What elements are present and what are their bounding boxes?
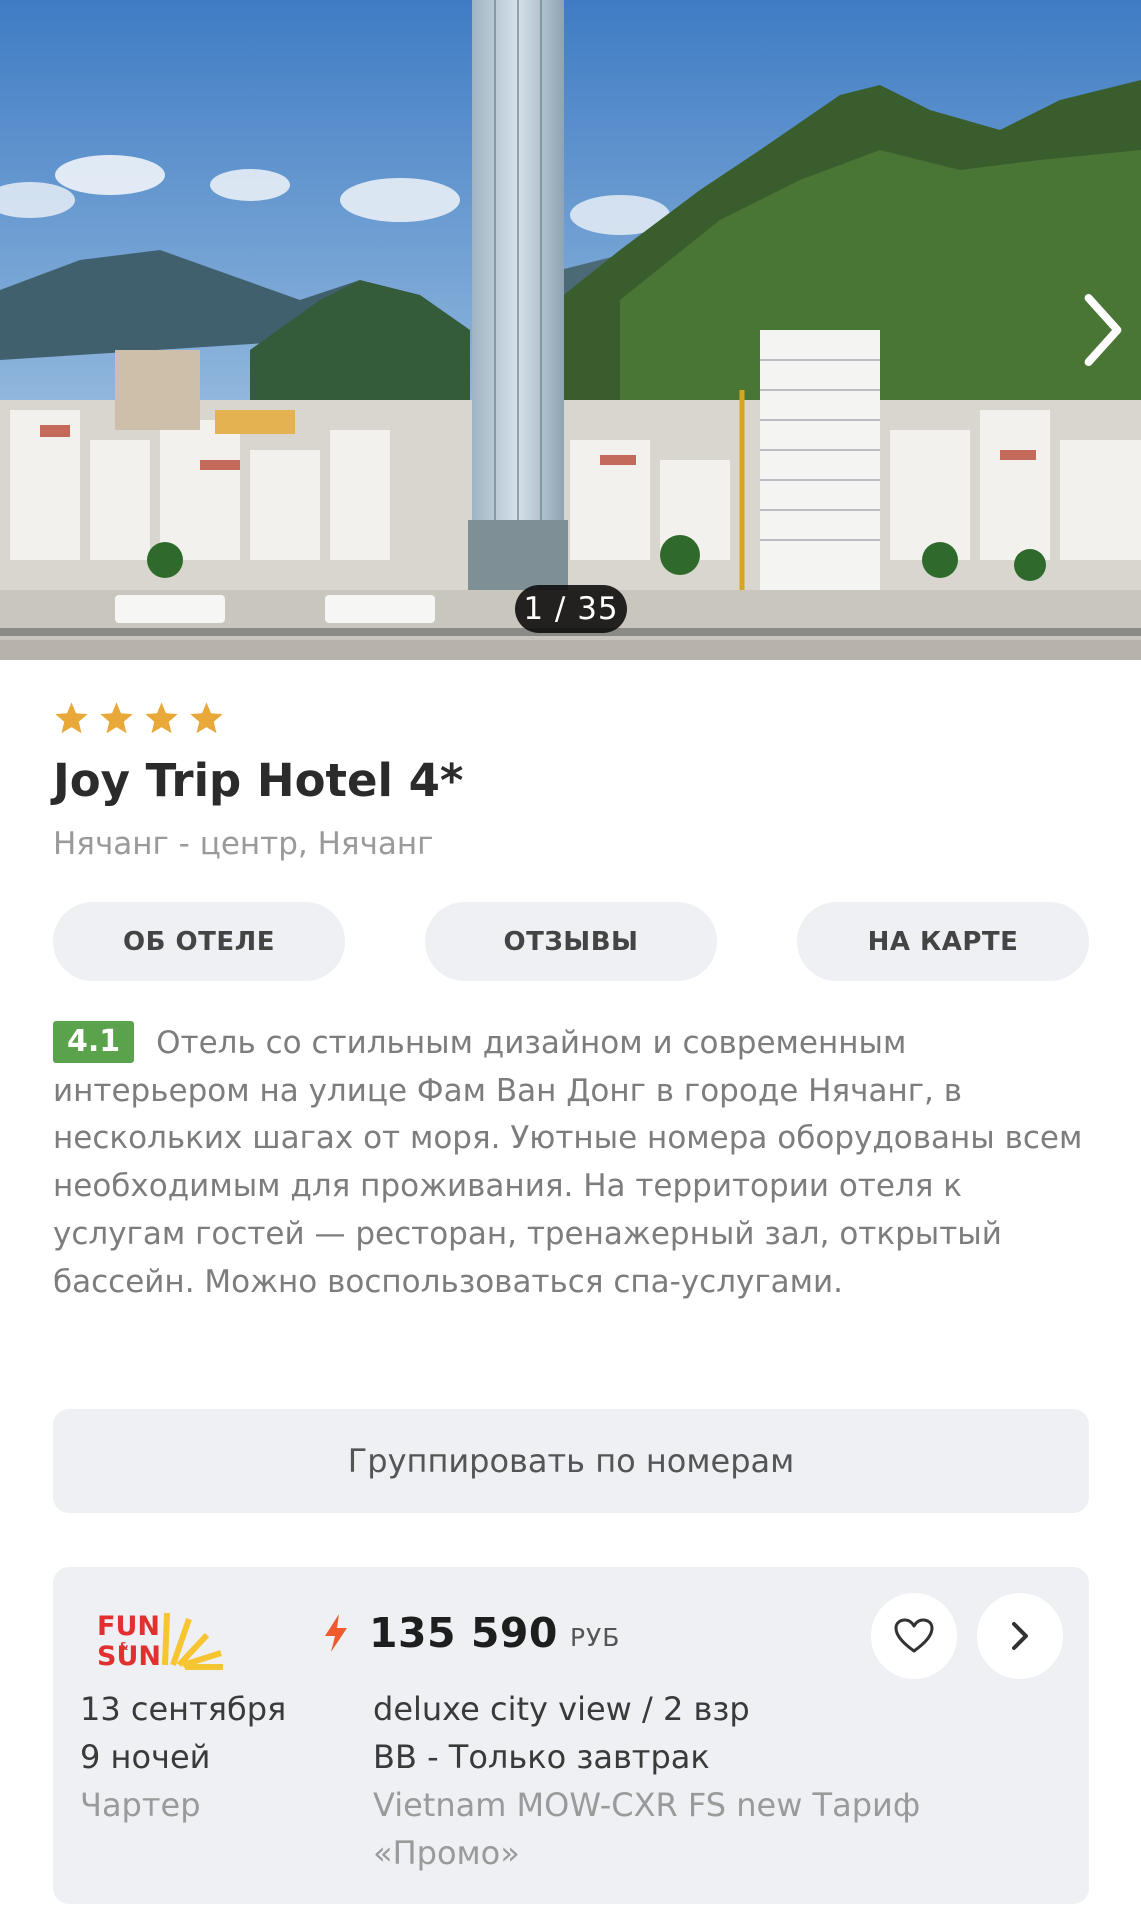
open-offer-button[interactable]: [977, 1593, 1063, 1679]
tab-on-map[interactable]: НА КАРТЕ: [797, 902, 1089, 981]
lightning-icon: [325, 1614, 347, 1652]
offer-details: deluxe city view / 2 взр BB - Только зав…: [373, 1685, 1053, 1877]
favorite-button[interactable]: [871, 1593, 957, 1679]
room-type: deluxe city view / 2 взр: [373, 1690, 750, 1728]
hotel-photo-gallery[interactable]: 1 / 35: [0, 0, 1141, 660]
svg-text:&: &: [119, 1640, 129, 1653]
hotel-description: 4.1 Отель со стильным дизайном и современ…: [53, 1020, 1093, 1306]
tab-reviews[interactable]: ОТЗЫВЫ: [425, 902, 717, 981]
svg-text:SUN: SUN: [97, 1641, 161, 1671]
tour-offer-card[interactable]: FUN SUN & 135 590 РУБ 13 сентября 9 ноче…: [53, 1567, 1089, 1904]
price-value: 135 590: [369, 1609, 558, 1657]
flight-type: Чартер: [80, 1786, 201, 1824]
nights-count: 9 ночей: [80, 1738, 211, 1776]
hotel-photo: [0, 0, 1141, 660]
svg-text:FUN: FUN: [97, 1611, 160, 1642]
meal-plan: BB - Только завтрак: [373, 1738, 710, 1776]
gallery-next-button[interactable]: [1079, 294, 1127, 366]
description-text: Отель со стильным дизайном и современным…: [53, 1025, 1083, 1300]
star-icon: [145, 702, 178, 734]
hotel-tabs: ОБ ОТЕЛЕ ОТЗЫВЫ НА КАРТЕ: [53, 902, 1089, 981]
photo-counter: 1 / 35: [515, 585, 627, 633]
star-icon: [100, 702, 133, 734]
hotel-name: Joy Trip Hotel 4*: [53, 754, 464, 807]
group-by-rooms-button[interactable]: Группировать по номерам: [53, 1409, 1089, 1513]
tariff-name: Vietnam MOW-CXR FS new Тариф «Промо»: [373, 1786, 921, 1872]
chevron-right-icon: [1012, 1622, 1028, 1650]
price-row: 135 590 РУБ: [323, 1603, 620, 1663]
star-rating: [53, 700, 1089, 740]
hotel-location: Нячанг - центр, Нячанг: [53, 826, 434, 862]
offer-dates: 13 сентября 9 ночей Чартер: [80, 1685, 286, 1829]
hotel-header: Joy Trip Hotel 4* Нячанг - центр, Нячанг: [53, 700, 1089, 864]
star-icon: [55, 702, 88, 734]
price-currency: РУБ: [569, 1622, 621, 1652]
tab-about-hotel[interactable]: ОБ ОТЕЛЕ: [53, 902, 345, 981]
departure-date: 13 сентября: [80, 1690, 287, 1728]
heart-icon: [894, 1618, 934, 1653]
rating-badge: 4.1: [53, 1021, 135, 1063]
chevron-right-icon: [1084, 294, 1122, 366]
star-icon: [190, 702, 223, 734]
tour-operator-logo: FUN SUN &: [97, 1611, 223, 1671]
